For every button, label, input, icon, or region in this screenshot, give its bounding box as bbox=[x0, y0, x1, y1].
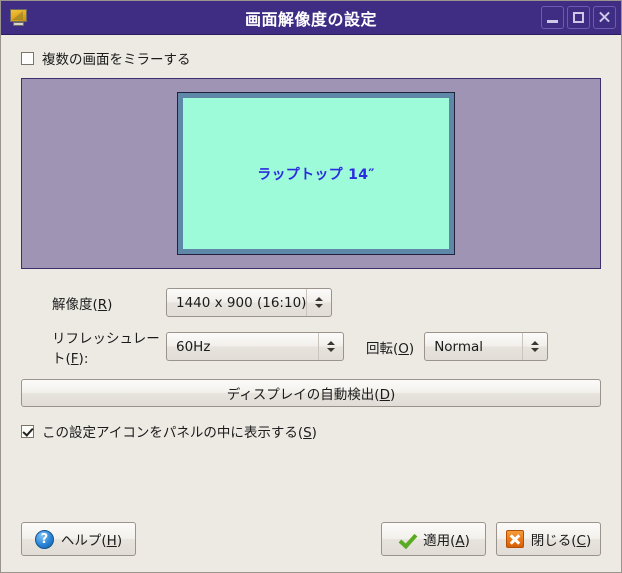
mirror-displays-label: 複数の画面をミラーする bbox=[42, 52, 191, 68]
dialog-footer: ? ヘルプ(H) 適用(A) 閉じる(C) bbox=[21, 522, 601, 556]
apply-button[interactable]: 適用(A) bbox=[381, 522, 486, 556]
minimize-button[interactable] bbox=[541, 6, 564, 29]
resolution-label: 解像度(R) bbox=[52, 296, 113, 313]
display-preview-area[interactable]: ラップトップ 14″ bbox=[21, 78, 601, 269]
show-panel-icon-checkbox-row[interactable]: この設定アイコンをパネルの中に表示する(S) bbox=[21, 420, 601, 442]
show-panel-icon-checkbox[interactable] bbox=[21, 424, 34, 438]
refresh-rate-row: リフレッシュレート(F): 60Hz 回転(O) Normal bbox=[21, 331, 601, 367]
maximize-button[interactable] bbox=[567, 6, 590, 29]
display-monitor-icon bbox=[9, 8, 29, 27]
rotation-label: 回転(O) bbox=[366, 340, 415, 357]
rotation-dropdown[interactable]: Normal bbox=[424, 332, 549, 361]
close-button[interactable] bbox=[593, 6, 616, 29]
minimize-icon bbox=[547, 19, 558, 23]
detect-displays-button[interactable]: ディスプレイの自動検出(D) bbox=[21, 379, 601, 407]
help-button[interactable]: ? ヘルプ(H) bbox=[21, 522, 136, 556]
orange-x-icon bbox=[505, 530, 524, 548]
maximize-icon bbox=[573, 12, 584, 23]
resolution-row: 解像度(R) 1440 x 900 (16:10) bbox=[21, 287, 601, 318]
monitor-preview-laptop[interactable]: ラップトップ 14″ bbox=[177, 92, 455, 255]
titlebar[interactable]: 画面解像度の設定 bbox=[1, 1, 621, 35]
monitor-preview-label: ラップトップ 14″ bbox=[257, 166, 375, 183]
close-dialog-button-label: 閉じる(C) bbox=[530, 533, 592, 549]
window-title: 画面解像度の設定 bbox=[244, 9, 377, 29]
display-settings-window: 画面解像度の設定 複数の画面をミラーする ラップトップ 14″ 解像度(R) 1… bbox=[0, 0, 622, 573]
close-dialog-button[interactable]: 閉じる(C) bbox=[496, 522, 601, 556]
help-button-label: ヘルプ(H) bbox=[60, 533, 123, 549]
green-check-icon bbox=[397, 530, 416, 549]
chevron-updown-icon[interactable] bbox=[306, 289, 331, 316]
detect-displays-label: ディスプレイの自動検出(D) bbox=[226, 387, 396, 403]
refresh-rate-dropdown[interactable]: 60Hz bbox=[166, 332, 344, 361]
footer-action-buttons: 適用(A) 閉じる(C) bbox=[381, 522, 601, 556]
apply-button-label: 適用(A) bbox=[423, 533, 470, 549]
chevron-updown-icon[interactable] bbox=[522, 333, 547, 360]
rotation-value: Normal bbox=[434, 338, 484, 355]
close-icon bbox=[598, 11, 611, 24]
resolution-value: 1440 x 900 (16:10) bbox=[176, 294, 307, 311]
window-controls bbox=[541, 6, 616, 29]
refresh-rate-label: リフレッシュレート(F): bbox=[52, 330, 160, 367]
settings-form: 解像度(R) 1440 x 900 (16:10) リフレッシュレート(F): … bbox=[21, 287, 601, 367]
show-panel-icon-label: この設定アイコンをパネルの中に表示する(S) bbox=[42, 425, 317, 441]
chevron-updown-icon[interactable] bbox=[318, 333, 343, 360]
dialog-body: 複数の画面をミラーする ラップトップ 14″ 解像度(R) 1440 x 900… bbox=[1, 35, 621, 572]
help-question-icon: ? bbox=[34, 529, 54, 549]
mirror-displays-checkbox[interactable] bbox=[21, 51, 34, 65]
refresh-rate-value: 60Hz bbox=[176, 338, 211, 355]
resolution-dropdown[interactable]: 1440 x 900 (16:10) bbox=[166, 288, 332, 317]
mirror-displays-checkbox-row[interactable]: 複数の画面をミラーする bbox=[21, 47, 601, 69]
